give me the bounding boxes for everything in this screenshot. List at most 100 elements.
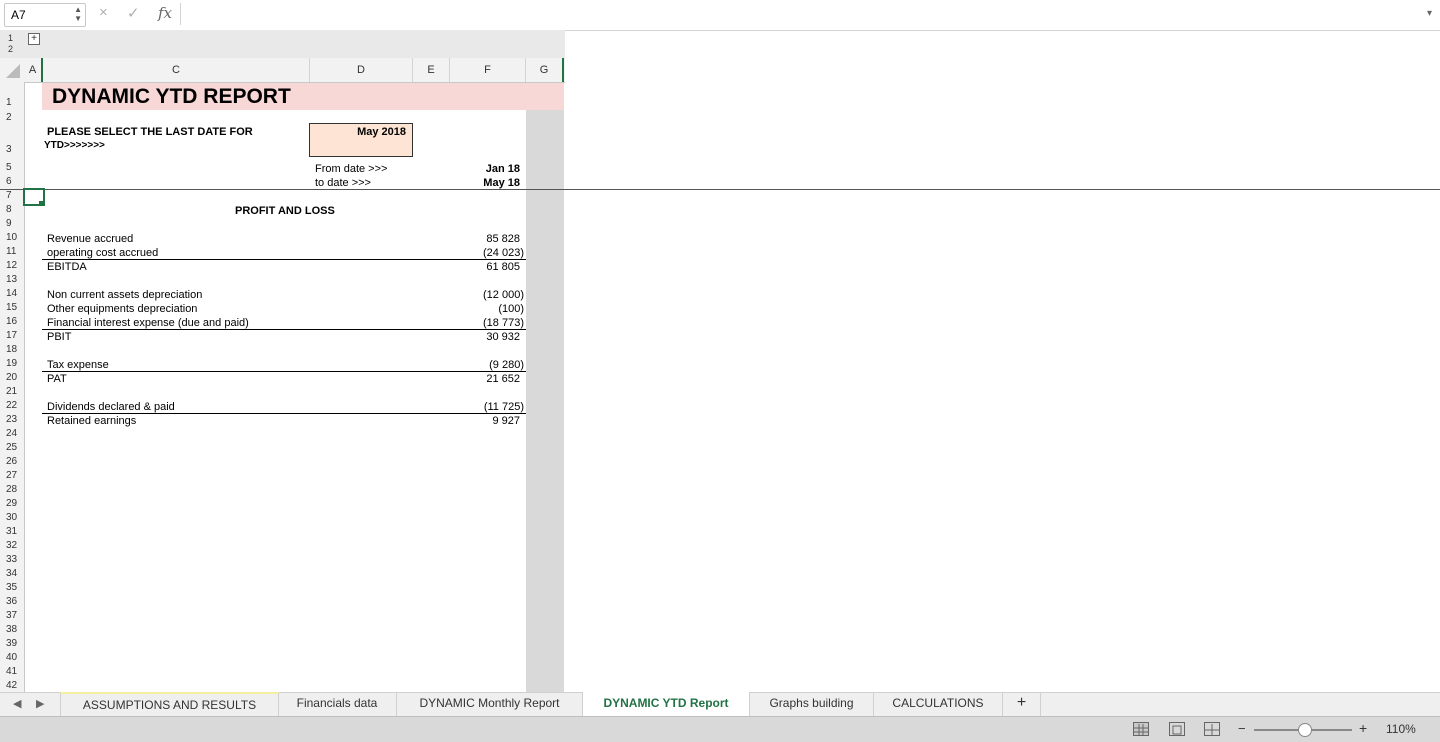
column-header-f[interactable]: F	[450, 58, 526, 82]
normal-view-icon[interactable]	[1133, 722, 1149, 736]
pl-label: PAT	[47, 373, 67, 385]
page-break-icon[interactable]	[1204, 722, 1220, 736]
row-header[interactable]: 14	[0, 288, 26, 299]
to-date-label: to date >>>	[315, 177, 371, 189]
column-header-c[interactable]: C	[43, 58, 310, 82]
row-header[interactable]: 16	[0, 316, 26, 327]
date-prompt-line1: PLEASE SELECT THE LAST DATE FOR	[47, 126, 253, 138]
row-header[interactable]: 21	[0, 386, 26, 397]
row-header[interactable]: 6	[0, 176, 26, 187]
row-header[interactable]: 17	[0, 330, 26, 341]
add-sheet-button[interactable]: +	[1003, 692, 1041, 716]
pl-value: (18 773)	[483, 317, 524, 329]
row-header[interactable]: 9	[0, 218, 26, 229]
row-header[interactable]: 29	[0, 498, 26, 509]
zoom-slider-thumb[interactable]	[1298, 723, 1312, 737]
row-header[interactable]: 30	[0, 512, 26, 523]
row-header[interactable]: 36	[0, 596, 26, 607]
report-title: DYNAMIC YTD REPORT	[52, 85, 291, 108]
chevron-down-icon[interactable]: ▾	[1427, 8, 1432, 19]
row-header[interactable]: 31	[0, 526, 26, 537]
pl-label: Retained earnings	[47, 415, 137, 427]
from-date-value: Jan 18	[485, 163, 520, 175]
pl-label: Other equipments depreciation	[47, 303, 198, 315]
freeze-pane-line	[0, 189, 1440, 190]
row-header[interactable]: 15	[0, 302, 26, 313]
subtotal-rule	[42, 259, 526, 260]
row-header[interactable]: 19	[0, 358, 26, 369]
row-header[interactable]: 41	[0, 666, 26, 677]
zoom-level[interactable]: 110%	[1386, 722, 1416, 736]
tab-assumptions-and-results[interactable]: ASSUMPTIONS AND RESULTS	[60, 692, 279, 718]
outline-expand-button[interactable]: +	[28, 33, 40, 45]
tab-graphs-building[interactable]: Graphs building	[750, 692, 874, 716]
row-header[interactable]: 35	[0, 582, 26, 593]
fx-icon[interactable]: fx	[158, 4, 172, 22]
row-header[interactable]: 12	[0, 260, 26, 271]
row-header[interactable]: 2	[0, 112, 26, 123]
row-header[interactable]: 11	[0, 246, 26, 257]
row-header[interactable]: 26	[0, 456, 26, 467]
pl-label: EBITDA	[47, 261, 87, 273]
outline-bar	[0, 30, 565, 58]
row-header[interactable]: 5	[0, 162, 26, 173]
from-date-label: From date >>>	[315, 163, 388, 175]
zoom-out-button[interactable]: −	[1238, 721, 1246, 736]
row-header[interactable]: 39	[0, 638, 26, 649]
pl-value: (11 725)	[483, 401, 524, 413]
prev-sheet-arrow[interactable]: ◀	[13, 697, 21, 710]
pl-value: 85 828	[486, 233, 520, 245]
confirm-icon[interactable]: ✓	[127, 4, 140, 22]
row-header[interactable]: 22	[0, 400, 26, 411]
pl-label: Non current assets depreciation	[47, 289, 203, 301]
row-header[interactable]: 24	[0, 428, 26, 439]
row-header[interactable]: 10	[0, 232, 26, 243]
to-date-value: May 18	[483, 177, 520, 189]
column-header-a[interactable]: A	[24, 58, 43, 82]
row-header[interactable]: 20	[0, 372, 26, 383]
zoom-in-button[interactable]: +	[1359, 720, 1367, 736]
row-header[interactable]: 34	[0, 568, 26, 579]
row-header[interactable]: 38	[0, 624, 26, 635]
row-header[interactable]: 40	[0, 652, 26, 663]
page-layout-icon[interactable]	[1169, 722, 1185, 736]
select-all-corner[interactable]	[0, 58, 24, 82]
row-header[interactable]: 23	[0, 414, 26, 425]
name-box[interactable]: A7 ▲ ▼	[4, 3, 86, 27]
row-header[interactable]: 33	[0, 554, 26, 565]
status-bar	[0, 716, 1440, 742]
formula-input[interactable]	[180, 3, 1416, 25]
outline-level-2[interactable]: 2	[8, 44, 13, 54]
row-header[interactable]: 42	[0, 680, 26, 691]
pl-label: Financial interest expense (due and paid…	[47, 317, 249, 329]
pl-value: (100)	[498, 303, 524, 315]
row-header[interactable]: 1	[0, 97, 26, 108]
row-header[interactable]: 27	[0, 470, 26, 481]
spinner-icon[interactable]: ▲ ▼	[74, 5, 82, 23]
cancel-icon[interactable]: ×	[99, 4, 108, 21]
subtotal-rule	[42, 329, 526, 330]
row-header[interactable]: 25	[0, 442, 26, 453]
row-header[interactable]: 3	[0, 144, 26, 155]
row-header[interactable]: 28	[0, 484, 26, 495]
tab-dynamic-monthly-report[interactable]: DYNAMIC Monthly Report	[397, 692, 583, 716]
pl-value: (24 023)	[483, 247, 524, 259]
tab-dynamic-ytd-report[interactable]: DYNAMIC YTD Report	[583, 692, 750, 718]
row-header[interactable]: 32	[0, 540, 26, 551]
selected-date-value: May 2018	[357, 126, 406, 138]
fill-handle[interactable]	[39, 201, 43, 205]
subtotal-rule	[42, 371, 526, 372]
pl-value: 21 652	[486, 373, 520, 385]
row-header[interactable]: 13	[0, 274, 26, 285]
column-header-e[interactable]: E	[413, 58, 450, 82]
tab-calculations[interactable]: CALCULATIONS	[874, 692, 1003, 716]
next-sheet-arrow[interactable]: ▶	[36, 697, 44, 710]
pl-value: 61 805	[486, 261, 520, 273]
row-header[interactable]: 37	[0, 610, 26, 621]
tab-financials-data[interactable]: Financials data	[278, 692, 397, 716]
row-header[interactable]: 18	[0, 344, 26, 355]
column-header-g[interactable]: G	[526, 58, 564, 82]
pl-value: 30 932	[486, 331, 520, 343]
outline-level-1[interactable]: 1	[8, 33, 13, 43]
column-header-d[interactable]: D	[310, 58, 413, 82]
